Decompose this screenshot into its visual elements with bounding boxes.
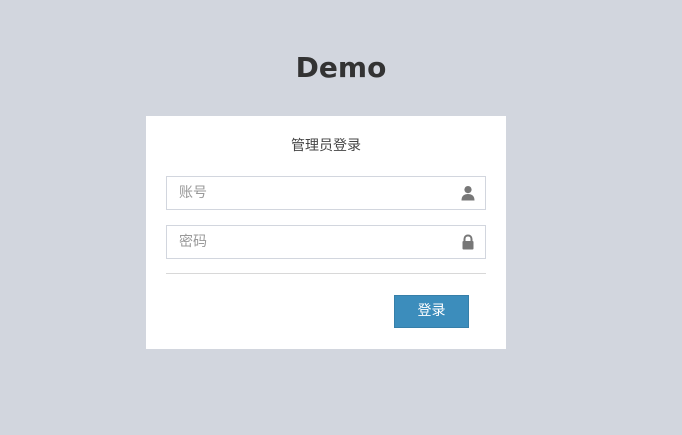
login-title: 管理员登录 — [291, 138, 361, 154]
app-logo: Demo — [295, 51, 387, 84]
login-panel: 管理员登录 登录 — [146, 116, 506, 349]
lock-icon — [460, 234, 476, 250]
user-icon — [460, 185, 476, 201]
password-input[interactable] — [167, 226, 459, 258]
username-field[interactable] — [166, 176, 486, 210]
password-field[interactable] — [166, 225, 486, 259]
form-divider — [166, 273, 486, 274]
login-button[interactable]: 登录 — [394, 295, 469, 328]
username-input[interactable] — [167, 177, 459, 209]
